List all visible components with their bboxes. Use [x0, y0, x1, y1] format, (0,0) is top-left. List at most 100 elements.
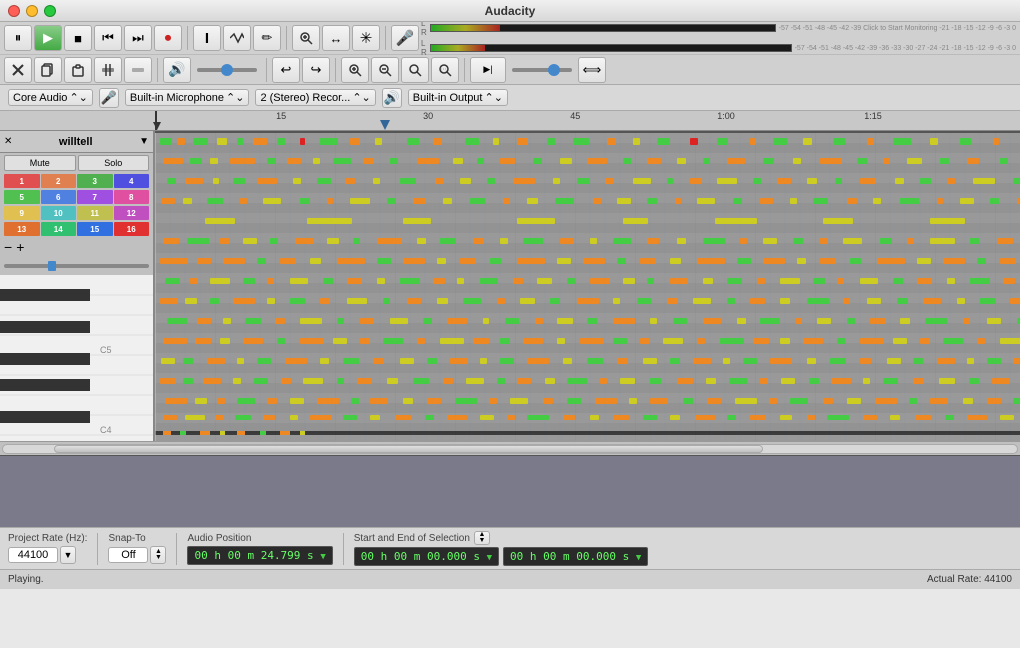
project-rate-value[interactable]: 44100 — [8, 547, 58, 563]
close-button[interactable] — [8, 5, 20, 17]
sep-2 — [176, 533, 177, 565]
scroll-track[interactable] — [2, 444, 1018, 454]
channel-8-btn[interactable]: 8 — [114, 190, 150, 204]
project-rate-dropdown[interactable]: ▼ — [60, 546, 76, 564]
record-level-button[interactable]: 🎤 — [391, 25, 419, 51]
channel-16-btn[interactable]: 16 — [114, 222, 150, 236]
silence-button[interactable] — [124, 57, 152, 83]
project-rate-control: 44100 ▼ — [8, 546, 87, 564]
skip-end-button[interactable]: ⏭ — [124, 25, 152, 51]
envelope-icon — [230, 31, 244, 45]
remove-channel-button[interactable]: − — [4, 239, 12, 255]
skip-end-icon: ⏭ — [132, 30, 144, 46]
redo-button[interactable]: ↪ — [302, 57, 330, 83]
snap-to-spinner[interactable]: ▲▼ — [150, 546, 166, 564]
track-header: ✕ willtell ▼ — [0, 131, 153, 153]
ruler-mark-100: 1:00 — [717, 111, 735, 121]
channel-3-btn[interactable]: 3 — [77, 174, 113, 188]
channel-1-btn[interactable]: 1 — [4, 174, 40, 188]
selection-start-display[interactable]: 00 h 00 m 00.000 s ▼ — [354, 547, 499, 566]
channel-10-btn[interactable]: 10 — [41, 206, 77, 220]
channel-9-btn[interactable]: 9 — [4, 206, 40, 220]
play-icon: ▶ — [43, 30, 53, 46]
track-name: willtell — [59, 136, 93, 148]
ruler-content: 15 30 45 1:00 1:15 — [155, 111, 1020, 130]
toolbar-sep-4 — [157, 58, 158, 82]
zoom-out-tool[interactable] — [371, 57, 399, 83]
audio-host-chevron: ⌃⌄ — [69, 91, 87, 104]
zoom-slider[interactable] — [512, 68, 572, 72]
pause-button[interactable]: ⏸ — [4, 25, 32, 51]
paste-button[interactable] — [64, 57, 92, 83]
track-menu-arrow[interactable]: ▼ — [139, 136, 149, 147]
channel-buttons-row3: 9 10 11 12 — [0, 205, 153, 221]
channel-7-btn[interactable]: 7 — [77, 190, 113, 204]
minimize-button[interactable] — [26, 5, 38, 17]
channel-add-remove: − + — [0, 237, 153, 257]
snap-to-value[interactable]: Off — [108, 547, 148, 563]
copy-button[interactable] — [34, 57, 62, 83]
project-rate-section: Project Rate (Hz): 44100 ▼ — [8, 533, 87, 564]
timeline-ruler: 15 30 45 1:00 1:15 — [0, 111, 1020, 131]
volume-slider[interactable] — [4, 264, 149, 268]
h-scrollbar[interactable] — [0, 441, 1020, 455]
channel-5-btn[interactable]: 5 — [4, 190, 40, 204]
zoom-toggle-button[interactable]: ⟺ — [578, 57, 606, 83]
zoom-in-tool[interactable] — [341, 57, 369, 83]
multi-tool-button[interactable]: ✳ — [352, 25, 380, 51]
input-device-select[interactable]: Built-in Microphone ⌃⌄ — [125, 89, 250, 106]
speaker-button[interactable]: 🔊 — [163, 57, 191, 83]
selection-dropdown[interactable]: ▲▼ — [474, 531, 490, 545]
channel-13-btn[interactable]: 13 — [4, 222, 40, 236]
bottom-status-bar: Playing. Actual Rate: 44100 — [0, 569, 1020, 589]
window-controls[interactable] — [8, 5, 56, 17]
trim-button[interactable] — [94, 57, 122, 83]
zoom-normal-button[interactable]: ▶| — [470, 57, 506, 83]
audio-host-select[interactable]: Core Audio ⌃⌄ — [8, 89, 93, 106]
toolbar-sep-6 — [335, 58, 336, 82]
channel-6-btn[interactable]: 6 — [41, 190, 77, 204]
play-button[interactable]: ▶ — [34, 25, 62, 51]
channel-14-btn[interactable]: 14 — [41, 222, 77, 236]
scroll-thumb[interactable] — [54, 445, 764, 453]
skip-start-button[interactable]: ⏮ — [94, 25, 122, 51]
main-track-area: ✕ willtell ▼ Mute Solo 1 2 3 4 5 6 7 8 9… — [0, 131, 1020, 441]
record-button[interactable]: ⏺ — [154, 25, 182, 51]
channel-11-btn[interactable]: 11 — [77, 206, 113, 220]
track-close-button[interactable]: ✕ — [4, 136, 12, 147]
channel-2-btn[interactable]: 2 — [41, 174, 77, 188]
track-controls-panel: ✕ willtell ▼ Mute Solo 1 2 3 4 5 6 7 8 9… — [0, 131, 155, 441]
toolbar-sep-3 — [385, 26, 386, 50]
copy-icon — [41, 63, 55, 77]
select-tool-button[interactable]: I — [193, 25, 221, 51]
input-channels-select[interactable]: 2 (Stereo) Recor... ⌃⌄ — [255, 89, 375, 106]
piano-roll-area[interactable] — [155, 131, 1020, 441]
zoom-in-button[interactable] — [292, 25, 320, 51]
zoom-sel-button[interactable] — [431, 57, 459, 83]
maximize-button[interactable] — [44, 5, 56, 17]
volume-thumb — [48, 261, 56, 271]
fit-project-button[interactable] — [401, 57, 429, 83]
input-chevron: ⌃⌄ — [226, 91, 244, 104]
channel-15-btn[interactable]: 15 — [77, 222, 113, 236]
output-device-select[interactable]: Built-in Output ⌃⌄ — [408, 89, 508, 106]
mute-button[interactable]: Mute — [4, 155, 76, 171]
audio-position-value[interactable]: 00 h 00 m 24.799 s ▼ — [187, 546, 332, 565]
selection-label-row: Start and End of Selection ▲▼ — [354, 531, 1012, 545]
stop-button[interactable]: ■ — [64, 25, 92, 51]
undo-button[interactable]: ↩ — [272, 57, 300, 83]
actual-rate-display: Actual Rate: 44100 — [927, 574, 1012, 585]
selection-end-display[interactable]: 00 h 00 m 00.000 s ▼ — [503, 547, 648, 566]
solo-button[interactable]: Solo — [78, 155, 150, 171]
cut-button[interactable] — [4, 57, 32, 83]
envelope-tool-button[interactable] — [223, 25, 251, 51]
add-channel-button[interactable]: + — [16, 239, 24, 255]
channel-4-btn[interactable]: 4 — [114, 174, 150, 188]
zoom-out-tool-icon — [378, 63, 392, 77]
vu-bar-bottom — [430, 44, 792, 52]
draw-tool-button[interactable]: ✏ — [253, 25, 281, 51]
channel-12-btn[interactable]: 12 — [114, 206, 150, 220]
selection-times: 00 h 00 m 00.000 s ▼ 00 h 00 m 00.000 s … — [354, 547, 1012, 566]
output-volume-slider[interactable] — [197, 68, 257, 72]
timeshift-button[interactable]: ↔ — [322, 25, 350, 51]
